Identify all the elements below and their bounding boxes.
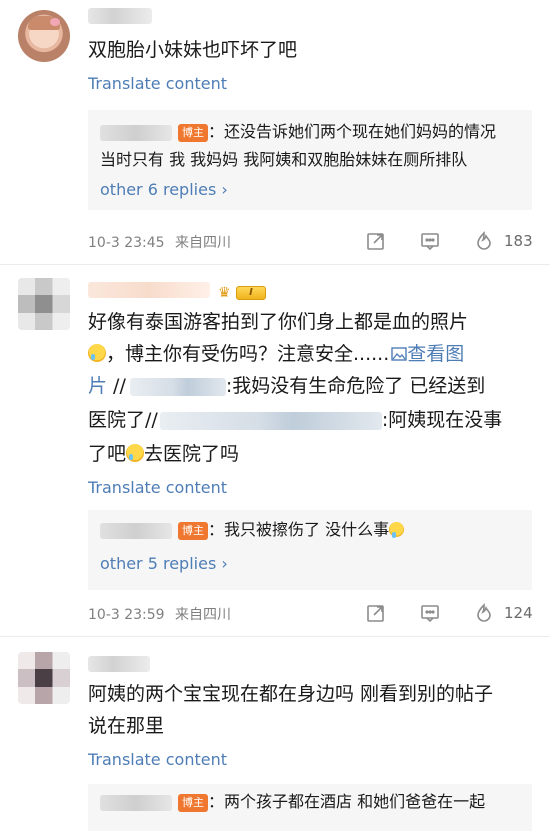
comment-text: :阿姨现在没事 [381, 409, 503, 431]
share-icon[interactable] [366, 231, 386, 251]
comment-source: 来自四川 [175, 235, 232, 251]
comment-text: ，博主你有受伤吗？注意安全...... [106, 343, 390, 365]
comment-text: :我妈没有生命危险了 已经送到 [225, 375, 486, 397]
comment-meta: 10-3 23:59 来自四川 [88, 604, 231, 624]
reply-username-blurred[interactable] [100, 794, 172, 811]
comment-source: 来自四川 [175, 607, 232, 623]
comment-icon[interactable] [420, 603, 440, 623]
avatar[interactable] [18, 652, 70, 704]
separator-text: // [107, 375, 126, 397]
translate-content-link[interactable]: Translate content [88, 478, 227, 497]
share-icon[interactable] [366, 603, 386, 623]
comment-text-line: 好像有泰国游客拍到了你们身上都是血的照片 [88, 311, 469, 333]
reply-username-blurred[interactable] [100, 522, 172, 539]
image-icon [391, 347, 407, 361]
username-blurred[interactable] [88, 656, 150, 672]
translate-content-link[interactable]: Translate content [88, 750, 227, 769]
view-image-label[interactable]: 片 [88, 375, 107, 397]
reply-box[interactable]: 博主 ：还没告诉她们两个现在她们妈妈的情况 当时只有 我 我妈妈 我阿姨和双胞胎妹… [88, 110, 532, 210]
avatar[interactable] [18, 278, 70, 330]
comment-icon[interactable] [420, 231, 440, 251]
divider [0, 636, 550, 637]
reply-line: 博主 ：还没告诉她们两个现在她们妈妈的情况 [100, 118, 496, 146]
like-count: 183 [504, 232, 533, 250]
comment-item: 双胞胎小妹妹也吓坏了吧 Translate content 博主 ：还没告诉她们两… [0, 0, 550, 260]
mention-blurred[interactable] [129, 377, 226, 396]
comment-text-line: 医院了// :阿姨现在没事 [88, 404, 502, 436]
like-count: 124 [504, 604, 533, 622]
comment-time: 10-3 23:45 [88, 235, 165, 251]
vip-level: I [236, 286, 266, 300]
comment-text: 去医院了吗 [144, 443, 240, 465]
vip-badge: ♛ I [218, 284, 268, 302]
comment-text-line: 片 // :我妈没有生命危险了 已经送到 [88, 370, 485, 402]
comment-text: 了吧 [88, 443, 127, 465]
comment-text-line: 了吧 去医院了吗 [88, 438, 239, 470]
view-image-label: 查看图 [407, 343, 465, 365]
comment-text-line: 阿姨的两个宝宝现在都在身边吗 刚看到别的帖子 [88, 683, 494, 705]
comment-meta: 10-3 23:45 来自四川 [88, 232, 231, 252]
reply-text: ：两个孩子都在酒店 和她们爸爸在一起 [208, 792, 486, 811]
thumbs-up-icon[interactable] [474, 603, 494, 623]
comment-actions: 124 [366, 603, 536, 625]
reply-line: 博主 ：我只被擦伤了 没什么事 [100, 516, 405, 544]
crown-icon: ♛ [218, 285, 231, 301]
username-blurred[interactable] [88, 8, 152, 24]
reply-line: 当时只有 我 我妈妈 我阿姨和双胞胎妹妹在厕所排队 [100, 150, 468, 169]
reply-username-blurred[interactable] [100, 124, 172, 141]
more-replies-link[interactable]: other 6 replies › [100, 180, 228, 199]
author-tag: 博主 [178, 793, 208, 812]
reply-box[interactable]: 博主 ：我只被擦伤了 没什么事 other 5 replies › [88, 510, 532, 590]
crying-emoji-icon [389, 522, 405, 538]
comment-text: 双胞胎小妹妹也吓坏了吧 [88, 39, 298, 61]
comment-text: 医院了// [88, 409, 158, 431]
reply-line: 博主 ：两个孩子都在酒店 和她们爸爸在一起 [100, 788, 485, 816]
comment-time: 10-3 23:59 [88, 607, 165, 623]
author-tag: 博主 [178, 123, 208, 142]
divider [0, 264, 550, 265]
reply-text: ：还没告诉她们两个现在她们妈妈的情况 [208, 122, 497, 141]
crying-emoji-icon [88, 344, 106, 362]
crying-emoji-icon [126, 444, 145, 462]
username-blurred[interactable] [88, 282, 210, 298]
translate-content-link[interactable]: Translate content [88, 74, 227, 93]
mention-blurred[interactable] [159, 411, 382, 430]
reply-text: ：我只被擦伤了 没什么事 [208, 520, 390, 539]
comment-actions: 183 [366, 231, 536, 253]
comment-text-line: 说在那里 [88, 715, 165, 737]
more-replies-link[interactable]: other 5 replies › [100, 554, 228, 573]
avatar[interactable] [18, 10, 70, 62]
reply-box[interactable]: 博主 ：两个孩子都在酒店 和她们爸爸在一起 [88, 784, 532, 831]
author-tag: 博主 [178, 521, 208, 540]
thumbs-up-icon[interactable] [474, 231, 494, 251]
comment-text-line: ，博主你有受伤吗？注意安全...... 查看图 [88, 338, 464, 370]
view-image-link[interactable]: 查看图 [389, 343, 464, 365]
